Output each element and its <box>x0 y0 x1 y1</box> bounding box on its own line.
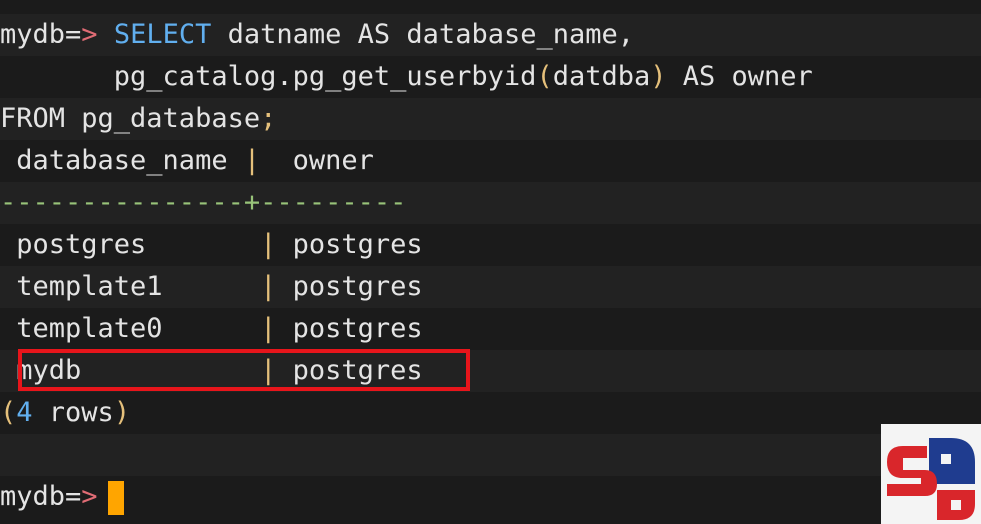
prompt-arrow: > <box>81 481 98 512</box>
cell-separator: | <box>260 313 277 344</box>
divider-cross: + <box>243 187 261 218</box>
count-number: 4 <box>16 397 33 428</box>
divider-right: --------- <box>260 187 407 218</box>
query-text: FROM pg_database <box>0 103 261 134</box>
table-row: template0 | postgres <box>0 308 981 350</box>
column-header-owner: owner <box>260 145 374 176</box>
divider-left: --------------- <box>0 187 244 218</box>
paren-open: ( <box>536 61 553 92</box>
query-line-1: mydb=> SELECT datname AS database_name, <box>0 14 981 56</box>
query-text: AS owner <box>666 61 813 92</box>
row-count: (4 rows) <box>0 392 981 434</box>
cell-owner: postgres <box>276 313 423 344</box>
count-word: rows <box>32 397 114 428</box>
cell-database-name: template1 <box>0 271 261 302</box>
input-line[interactable]: mydb=> <box>0 476 981 518</box>
query-line-2: pg_catalog.pg_get_userbyid(datdba) AS ow… <box>0 56 981 98</box>
query-line-3: FROM pg_database; <box>0 98 981 140</box>
table-row: postgres | postgres <box>0 224 981 266</box>
table-row: template1 | postgres <box>0 266 981 308</box>
cell-separator: | <box>260 271 277 302</box>
query-text: datname AS database_name, <box>211 19 634 50</box>
column-header-database-name: database_name <box>0 145 244 176</box>
prompt: mydb= <box>0 19 82 50</box>
semicolon: ; <box>260 103 277 134</box>
text-cursor[interactable] <box>107 480 124 515</box>
query-text: datdba <box>552 61 651 92</box>
count-paren-close: ) <box>113 397 131 428</box>
result-divider: ---------------+--------- <box>0 182 981 224</box>
keyword-select: SELECT <box>113 19 212 50</box>
cell-owner: postgres <box>276 271 423 302</box>
paren-close: ) <box>650 61 667 92</box>
cell-owner: postgres <box>276 229 423 260</box>
blank-line <box>0 434 981 476</box>
prompt-arrow: > <box>81 19 98 50</box>
cell-database-name: postgres <box>0 229 261 260</box>
terminal-window[interactable]: mydb=> SELECT datname AS database_name, … <box>0 0 981 524</box>
count-paren-open: ( <box>0 397 17 428</box>
cell-database-name: template0 <box>0 313 261 344</box>
cell-separator: | <box>260 229 277 260</box>
prompt: mydb= <box>0 481 82 512</box>
sb-logo-icon <box>881 424 981 524</box>
query-text: pg_catalog.pg_get_userbyid <box>0 61 537 92</box>
highlight-box <box>18 349 470 391</box>
result-header: database_name | owner <box>0 140 981 182</box>
header-separator: | <box>243 145 261 176</box>
